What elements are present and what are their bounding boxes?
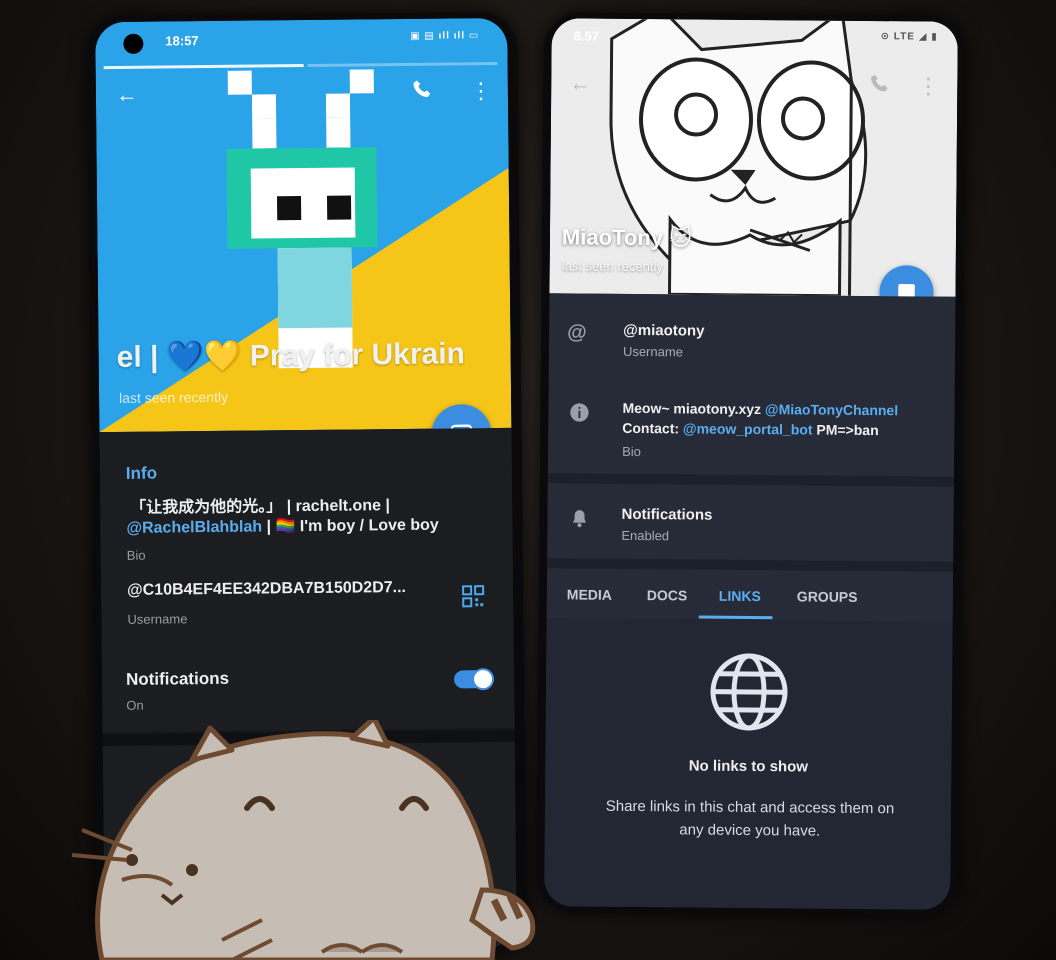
profile-name-prefix: el | [116, 340, 167, 374]
bio-prefix-text: Meow~ miaotony.xyz [622, 399, 766, 418]
right-phone: 8.57 ⊙ LTE ◢ ▮ ← ⋮ MiaoTony 🐱 last seen … [536, 12, 966, 916]
bio-line-1-right: Meow~ miaotony.xyz @MiaoTonyChannel [622, 400, 898, 418]
more-menu-icon[interactable]: ⋮ [917, 73, 939, 99]
bio-line-2-text: | 🏳️‍🌈 I'm boy / Love boy [261, 516, 439, 536]
status-bar: 18:57 ▣ ▤ ıll ıll ▭ [95, 18, 507, 56]
notifications-title-right: Notifications [621, 505, 713, 524]
tab-groups[interactable]: GROUPS [797, 588, 858, 605]
globe-icon [710, 653, 788, 731]
profile-header-cat: 8.57 ⊙ LTE ◢ ▮ ← ⋮ MiaoTony 🐱 last seen … [549, 18, 958, 297]
profile-header-ukraine: 18:57 ▣ ▤ ıll ıll ▭ ← ⋮ el | 💙💛 Pray for… [95, 17, 512, 433]
status-icons: ▣ ▤ ıll ıll ▭ [410, 30, 480, 42]
status-time: 18:57 [165, 33, 199, 49]
links-empty-state: No links to show Share links in this cha… [544, 618, 953, 910]
bio-label-right: Bio [622, 443, 641, 460]
back-arrow-icon[interactable]: ← [569, 70, 591, 96]
cat-drawing-avatar [549, 18, 958, 297]
info-section: Info 「让我成为他的光。」 | rachelt.one | @RachelB… [99, 427, 515, 733]
username-value[interactable]: @C10B4EF4EE342DBA7B150D2D7... [127, 579, 406, 600]
bot-mention-link[interactable]: @meow_portal_bot [683, 420, 813, 437]
username-label-right: Username [622, 343, 684, 360]
username-label: Username [127, 611, 188, 627]
story-progress-active [103, 64, 304, 70]
notifications-state: On [126, 697, 144, 713]
more-menu-icon[interactable]: ⋮ [470, 78, 492, 104]
story-progress-rest [307, 61, 498, 67]
bio-contact-prefix: Contact: [622, 419, 684, 437]
channel-mention-link[interactable]: @MiaoTonyChannel [765, 401, 898, 418]
shared-media-tabs-right: MEDIA DOCS LINKS GROUPS [546, 568, 954, 622]
info-section-right: @ @miaotony Username Meow~ miaotony.xyz … [547, 293, 956, 477]
notifications-toggle[interactable] [453, 670, 493, 689]
qr-code-icon[interactable] [461, 584, 485, 608]
phone-call-icon[interactable] [869, 73, 889, 99]
status-icons-right: ⊙ LTE ◢ ▮ [880, 31, 938, 43]
cat-sticker [71, 720, 536, 960]
last-seen-right: last seen recently [561, 258, 663, 275]
empty-description: Share links in this chat and access them… [605, 797, 895, 840]
last-seen: last seen recently [119, 388, 229, 406]
empty-title: No links to show [688, 757, 809, 776]
right-screen: 8.57 ⊙ LTE ◢ ▮ ← ⋮ MiaoTony 🐱 last seen … [544, 18, 958, 910]
bio-line-2: @RachelBlahblah | 🏳️‍🌈 I'm boy / Love bo… [126, 515, 439, 538]
yellow-heart-emoji: 💛 [203, 339, 242, 374]
profile-name: el | 💙💛 Pray for Ukrain [116, 336, 465, 375]
pixel-bunny-avatar [226, 69, 378, 369]
notifications-row[interactable]: Notifications Enabled [547, 483, 954, 562]
bell-icon [572, 510, 587, 528]
camera-cutout [123, 33, 144, 54]
tab-links[interactable]: LINKS [719, 588, 761, 604]
bio-mention-link[interactable]: @RachelBlahblah [126, 518, 262, 536]
bio-line-2-right: Contact: @meow_portal_bot PM=>ban [622, 420, 879, 438]
username-value-right[interactable]: @miaotony [623, 322, 704, 340]
notifications-title: Notifications [125, 668, 230, 689]
cat-emoji: 🐱 [669, 225, 693, 251]
active-tab-indicator [698, 615, 773, 620]
info-header: Info [125, 463, 158, 483]
profile-name-text: MiaoTony [561, 224, 664, 251]
bio-line-1: 「让我成为他的光。」 | rachelt.one | [130, 497, 390, 517]
profile-name-right: MiaoTony 🐱 [562, 224, 692, 251]
profile-name-suffix: Pray for Ukrain [241, 337, 466, 373]
notifications-state-right: Enabled [621, 527, 670, 544]
tab-docs[interactable]: DOCS [647, 587, 688, 603]
blue-heart-emoji: 💙 [166, 340, 205, 374]
bio-label: Bio [126, 547, 146, 563]
back-arrow-icon[interactable]: ← [116, 82, 138, 108]
status-bar-right: 8.57 ⊙ LTE ◢ ▮ [552, 18, 958, 56]
info-icon [570, 403, 589, 422]
status-time-right: 8.57 [573, 28, 600, 44]
at-sign-icon: @ [567, 321, 587, 344]
tab-media[interactable]: MEDIA [567, 586, 612, 602]
bio-contact-suffix: PM=>ban [812, 421, 879, 439]
phone-call-icon[interactable] [412, 79, 432, 105]
